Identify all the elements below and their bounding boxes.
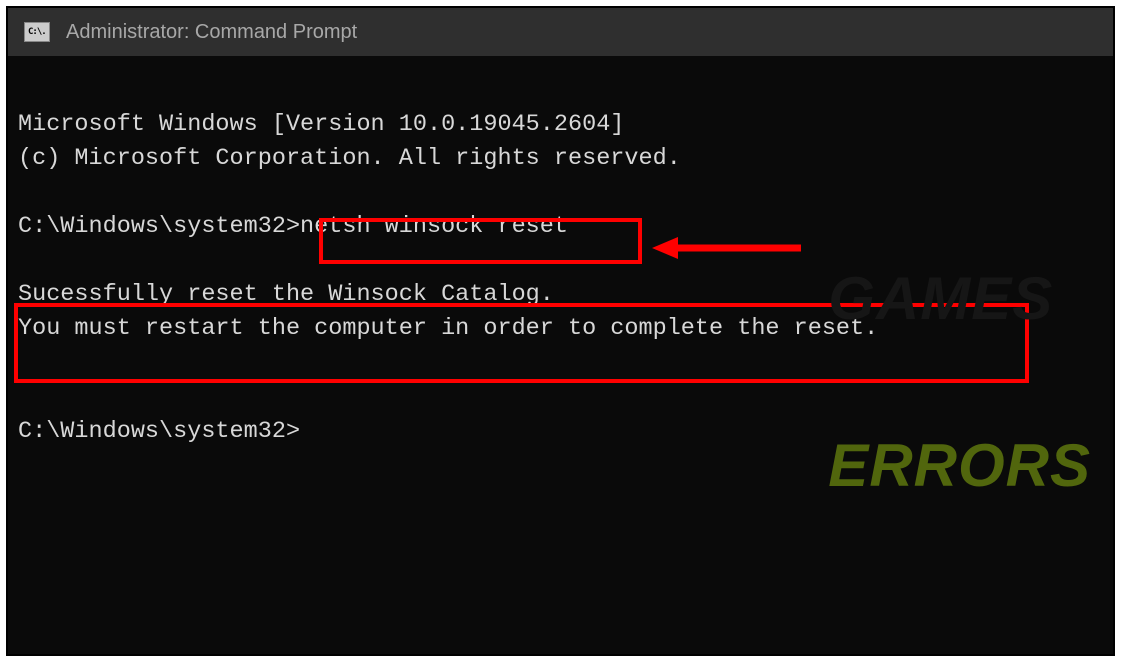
entered-command: netsh winsock reset bbox=[300, 213, 568, 240]
prompt-2: C:\Windows\system32> bbox=[18, 418, 300, 445]
output-line-2: You must restart the computer in order t… bbox=[18, 315, 878, 342]
cmd-icon: C:\. bbox=[24, 22, 50, 42]
watermark: GAMES ERRORS bbox=[828, 159, 1091, 604]
prompt-1: C:\Windows\system32> bbox=[18, 213, 300, 240]
version-line: Microsoft Windows [Version 10.0.19045.26… bbox=[18, 111, 624, 138]
watermark-line1: GAMES bbox=[828, 270, 1091, 327]
window-frame: C:\. Administrator: Command Prompt Micro… bbox=[6, 6, 1115, 656]
watermark-line2: ERRORS bbox=[828, 437, 1091, 494]
cmd-icon-text: C:\. bbox=[28, 27, 46, 37]
titlebar[interactable]: C:\. Administrator: Command Prompt bbox=[8, 8, 1113, 56]
window-title: Administrator: Command Prompt bbox=[66, 21, 357, 44]
copyright-line: (c) Microsoft Corporation. All rights re… bbox=[18, 145, 681, 172]
terminal-area[interactable]: Microsoft Windows [Version 10.0.19045.26… bbox=[8, 56, 1113, 654]
output-line-1: Sucessfully reset the Winsock Catalog. bbox=[18, 281, 554, 308]
arrow-icon bbox=[646, 234, 806, 264]
